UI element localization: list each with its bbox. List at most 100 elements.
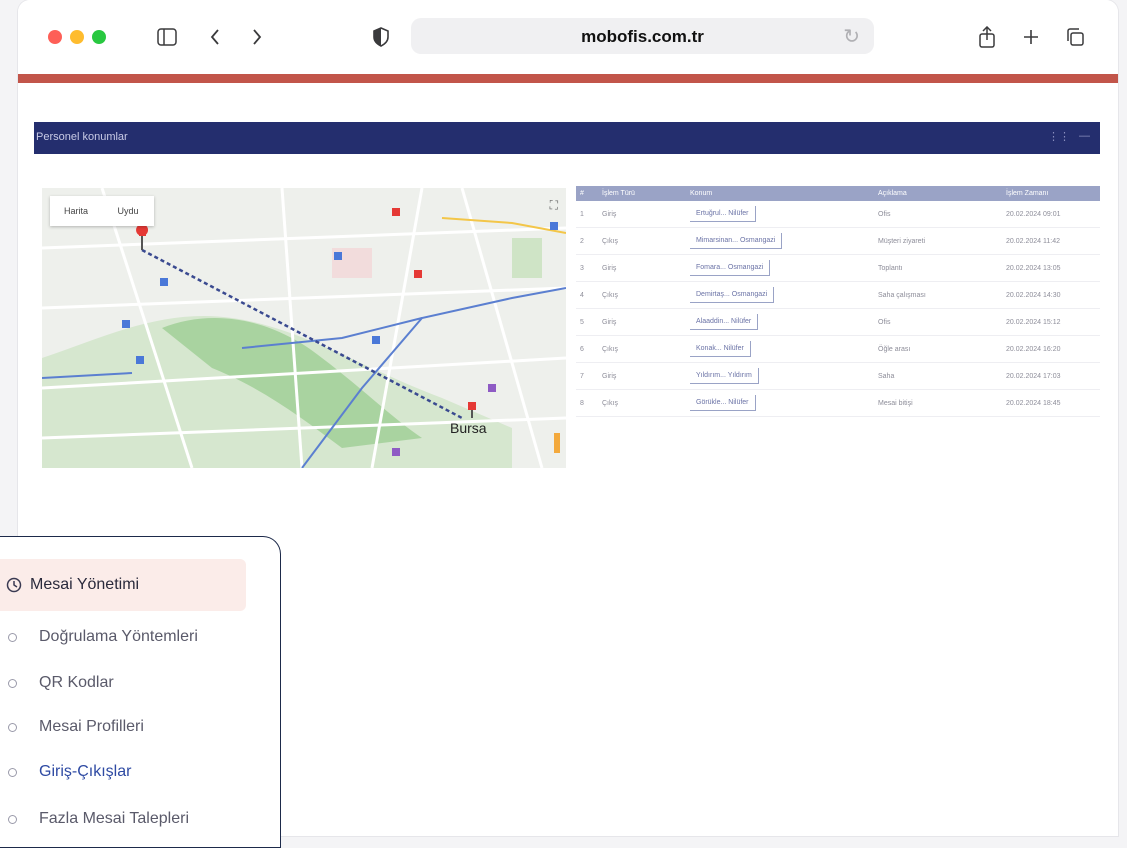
table-row[interactable]: 5 Giriş Alaaddin... Nilüfer Ofis 20.02.2024 … <box>576 308 1100 336</box>
panel-title: Personel konumlar <box>36 131 128 143</box>
map-city-label: Bursa <box>450 420 487 436</box>
cell-time: 20.02.2024 11:42 <box>1002 227 1100 255</box>
panel-collapse-icon[interactable]: — <box>1079 130 1090 142</box>
panel-drag-icon[interactable]: ⋮⋮ <box>1048 130 1070 143</box>
sidebar-item-mesai-profilleri[interactable]: Mesai Profilleri <box>0 707 270 747</box>
cell-time: 20.02.2024 15:12 <box>1002 308 1100 336</box>
cell-index: 3 <box>576 254 598 282</box>
cell-location-link[interactable]: Konak... Nilüfer <box>690 341 751 357</box>
minimize-window-button[interactable] <box>70 30 84 44</box>
map-type-tabs[interactable]: Harita Uydu <box>50 196 154 226</box>
table-row[interactable]: 7 Giriş Yıldırım... Yıldırım Saha 20.02.2024… <box>576 362 1100 390</box>
table-row[interactable]: 4 Çıkış Demirtaş... Osmangazi Saha çalışmas… <box>576 281 1100 309</box>
cell-description: Saha <box>874 362 1002 390</box>
browser-toolbar: mobofis.com.tr ↻ <box>18 0 1118 74</box>
share-icon[interactable] <box>974 24 1000 50</box>
cell-type: Giriş <box>598 308 686 336</box>
fullscreen-icon[interactable]: ⛶ <box>550 198 558 213</box>
cell-description: Müşteri ziyareti <box>874 227 1002 255</box>
sidebar-item-label: Giriş-Çıkışlar <box>39 763 132 780</box>
cell-index: 1 <box>576 201 598 228</box>
cell-description: Ofis <box>874 201 1002 228</box>
cell-location-link[interactable]: Demirtaş... Osmangazi <box>690 287 775 303</box>
bullet-icon <box>8 722 17 732</box>
sidebar-item-label: Mesai Profilleri <box>39 718 144 735</box>
sidebar-menu: Mesai Yönetimi Doğrulama Yöntemleri QR K… <box>0 536 281 848</box>
cell-description: Mesai bitişi <box>874 389 1002 417</box>
cell-type: Giriş <box>598 362 686 390</box>
cell-time: 20.02.2024 14:30 <box>1002 281 1100 309</box>
map-tab-map[interactable]: Harita <box>50 196 102 226</box>
url-text: mobofis.com.tr <box>581 27 704 46</box>
col-header-location[interactable]: Konum <box>686 186 874 201</box>
cell-index: 2 <box>576 227 598 255</box>
bullet-icon <box>8 632 17 642</box>
bullet-icon <box>8 678 17 688</box>
cell-location-link[interactable]: Yıldırım... Yıldırım <box>690 368 759 384</box>
tab-overview-icon[interactable] <box>1062 24 1088 50</box>
sidebar-item-qr-kodlar[interactable]: QR Kodlar <box>0 663 270 703</box>
sidebar-item-label: Fazla Mesai Talepleri <box>39 810 189 827</box>
cell-time: 20.02.2024 16:20 <box>1002 335 1100 363</box>
panel-header: Personel konumlar ⋮⋮ — <box>34 122 1100 154</box>
cell-time: 20.02.2024 09:01 <box>1002 201 1100 228</box>
cell-index: 6 <box>576 335 598 363</box>
sidebar-item-dogrulama[interactable]: Doğrulama Yöntemleri <box>0 617 270 657</box>
sidebar-item-fazla-mesai[interactable]: Fazla Mesai Talepleri <box>0 799 270 839</box>
col-header-time[interactable]: İşlem Zamanı <box>1002 186 1100 201</box>
cell-location-link[interactable]: Alaaddin... Nilüfer <box>690 314 759 330</box>
forward-icon[interactable] <box>244 24 270 50</box>
zoom-window-button[interactable] <box>92 30 106 44</box>
location-map[interactable]: Harita Uydu Bursa ⛶ <box>42 188 566 468</box>
cell-type: Çıkış <box>598 335 686 363</box>
map-tab-satellite[interactable]: Uydu <box>102 196 154 226</box>
cell-type: Giriş <box>598 201 686 228</box>
table-row[interactable]: 2 Çıkış Mimarsinan... Osmangazi Müşteri ziy… <box>576 227 1100 255</box>
cell-index: 7 <box>576 362 598 390</box>
reload-icon[interactable]: ↻ <box>843 24 860 49</box>
sidebar-item-giris-cikislar[interactable]: Giriş-Çıkışlar <box>0 752 270 792</box>
sidebar-section-label: Mesai Yönetimi <box>30 576 140 593</box>
sidebar-section-mesai[interactable]: Mesai Yönetimi <box>0 559 246 611</box>
table-header-row: # İşlem Türü Konum Açıklama İşlem Zamanı <box>576 186 1100 201</box>
sidebar-item-label: Doğrulama Yöntemleri <box>39 628 198 645</box>
cell-time: 20.02.2024 13:05 <box>1002 254 1100 282</box>
address-bar[interactable]: mobofis.com.tr ↻ <box>411 18 874 54</box>
table-row[interactable]: 3 Giriş Fomara... Osmangazi Toplantı 20.02.2… <box>576 254 1100 282</box>
accent-bar <box>18 74 1118 83</box>
cell-index: 8 <box>576 389 598 417</box>
cell-type: Çıkış <box>598 281 686 309</box>
cell-description: Toplantı <box>874 254 1002 282</box>
bullet-icon <box>8 767 17 777</box>
sidebar-toggle-icon[interactable] <box>154 24 180 50</box>
cell-location-link[interactable]: Görükle... Nilüfer <box>690 395 756 411</box>
cell-time: 20.02.2024 18:45 <box>1002 389 1100 417</box>
close-window-button[interactable] <box>48 30 62 44</box>
cell-description: Öğle arası <box>874 335 1002 363</box>
clock-icon <box>6 577 22 593</box>
cell-description: Ofis <box>874 308 1002 336</box>
col-header-index[interactable]: # <box>576 186 598 201</box>
col-header-type[interactable]: İşlem Türü <box>598 186 686 201</box>
sidebar-item-label: QR Kodlar <box>39 674 114 691</box>
cell-index: 5 <box>576 308 598 336</box>
new-tab-icon[interactable] <box>1018 24 1044 50</box>
bullet-icon <box>8 814 17 824</box>
cell-index: 4 <box>576 281 598 309</box>
cell-time: 20.02.2024 17:03 <box>1002 362 1100 390</box>
table-row[interactable]: 8 Çıkış Görükle... Nilüfer Mesai bitişi 20.0… <box>576 389 1100 417</box>
col-header-description[interactable]: Açıklama <box>874 186 1002 201</box>
cell-description: Saha çalışması <box>874 281 1002 309</box>
cell-location-link[interactable]: Fomara... Osmangazi <box>690 260 771 276</box>
privacy-shield-icon[interactable] <box>368 24 394 50</box>
cell-type: Çıkış <box>598 389 686 417</box>
cell-type: Çıkış <box>598 227 686 255</box>
cell-location-link[interactable]: Ertuğrul... Nilüfer <box>690 206 756 222</box>
table-row[interactable]: 6 Çıkış Konak... Nilüfer Öğle arası 20.02.20… <box>576 335 1100 363</box>
map-canvas <box>42 188 566 468</box>
cell-type: Giriş <box>598 254 686 282</box>
logs-table-wrapper: # İşlem Türü Konum Açıklama İşlem Zamanı… <box>576 186 1100 417</box>
back-icon[interactable] <box>202 24 228 50</box>
cell-location-link[interactable]: Mimarsinan... Osmangazi <box>690 233 783 249</box>
table-row[interactable]: 1 Giriş Ertuğrul... Nilüfer Ofis 20.02.2024 … <box>576 201 1100 228</box>
